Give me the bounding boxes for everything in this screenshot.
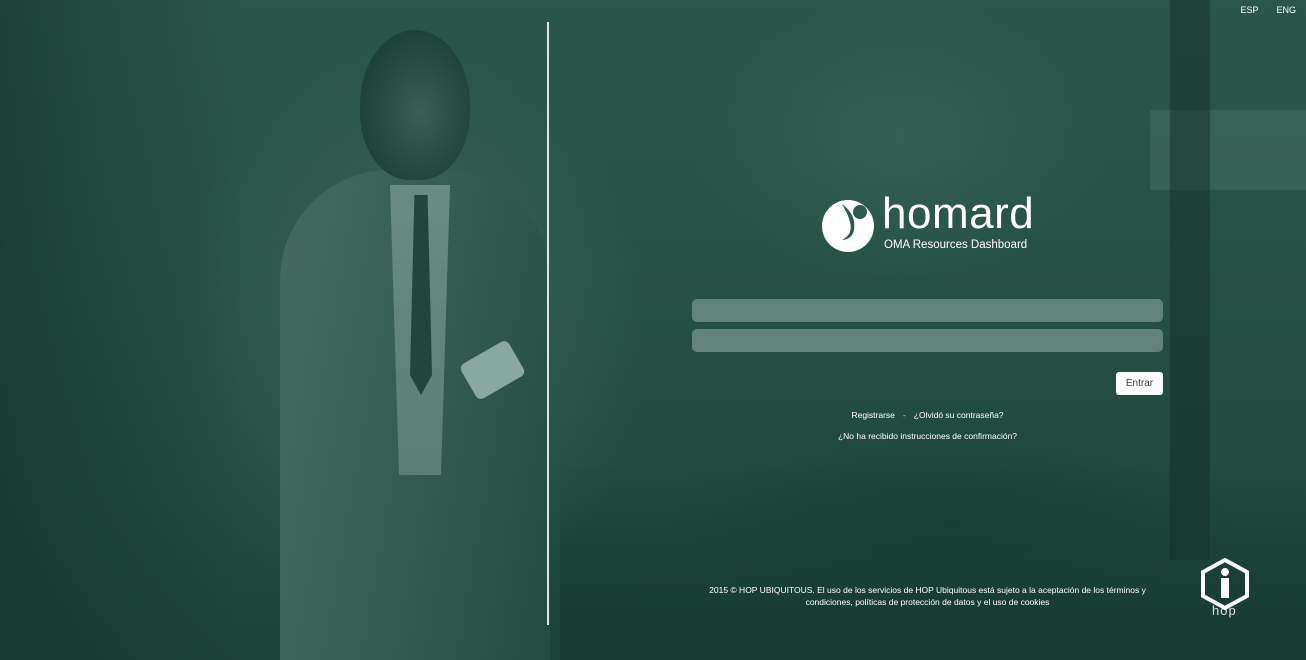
login-page: ESP ENG homard OMA Resources Dashboard E… xyxy=(0,0,1306,660)
links-separator: - xyxy=(902,410,906,420)
footer-line-1: 2015 © HOP UBIQUITOUS. El uso de los ser… xyxy=(709,585,1146,595)
login-button[interactable]: Entrar xyxy=(1116,372,1163,395)
language-switcher: ESP ENG xyxy=(1240,5,1296,15)
footer-legal: 2015 © HOP UBIQUITOUS. El uso de los ser… xyxy=(690,584,1165,608)
brand-subtitle: OMA Resources Dashboard xyxy=(884,239,1028,251)
homard-logo-icon xyxy=(822,200,874,252)
lang-esp-link[interactable]: ESP xyxy=(1240,5,1258,15)
brand-name: homard xyxy=(882,189,1035,238)
register-link[interactable]: Registrarse xyxy=(851,410,894,420)
lang-eng-link[interactable]: ENG xyxy=(1276,5,1296,15)
footer-terms-link[interactable]: condiciones, políticas de protección de … xyxy=(806,597,1050,607)
forgot-password-link[interactable]: ¿Olvidó su contraseña? xyxy=(914,410,1004,420)
username-input[interactable] xyxy=(692,299,1163,322)
confirmation-links: ¿No ha recibido instrucciones de confirm… xyxy=(692,431,1163,441)
homard-logo: homard OMA Resources Dashboard xyxy=(820,192,1050,258)
auth-links: Registrarse - ¿Olvidó su contraseña? xyxy=(692,410,1163,420)
vertical-divider xyxy=(547,22,549,625)
resend-confirmation-link[interactable]: ¿No ha recibido instrucciones de confirm… xyxy=(838,431,1017,441)
hop-logo-text: hop xyxy=(1212,603,1237,618)
password-input[interactable] xyxy=(692,329,1163,352)
